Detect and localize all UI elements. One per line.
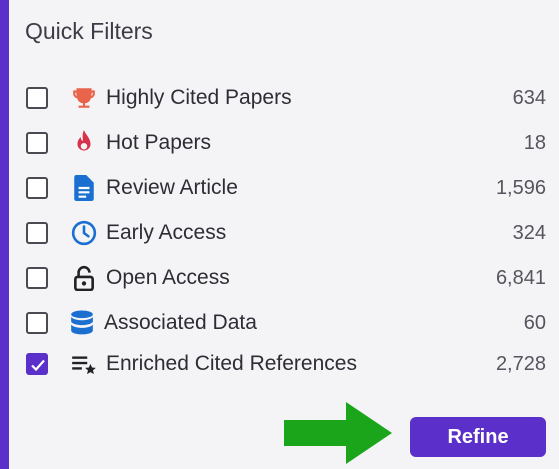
filter-count: 18	[523, 131, 546, 154]
checkbox[interactable]	[26, 267, 48, 289]
filter-label: Associated Data	[104, 311, 257, 334]
filter-count: 60	[523, 311, 546, 334]
filter-row-review-article[interactable]: Review Article 1,596	[9, 170, 559, 206]
arrow-right-icon	[284, 402, 392, 464]
filter-label: Early Access	[106, 221, 227, 244]
filter-count: 1,596	[495, 176, 546, 199]
check-icon	[31, 359, 45, 372]
refine-button[interactable]: Refine	[410, 417, 546, 457]
panel-title: Quick Filters	[25, 18, 153, 44]
filter-label: Enriched Cited References	[106, 352, 357, 375]
checkbox[interactable]	[26, 222, 48, 244]
checkbox[interactable]	[26, 87, 48, 109]
unlock-icon	[69, 263, 99, 293]
filter-label: Review Article	[106, 176, 238, 199]
checkbox[interactable]	[26, 312, 48, 334]
checkbox[interactable]	[26, 177, 48, 199]
filter-count: 6,841	[495, 266, 546, 289]
filter-row-open-access[interactable]: Open Access 6,841	[9, 260, 559, 296]
filter-count: 634	[512, 86, 546, 109]
quick-filters-panel: Quick Filters Highly Cited Papers 634 Ho…	[9, 0, 559, 469]
flame-icon	[69, 128, 99, 158]
filter-row-enriched-cited-references[interactable]: Enriched Cited References 2,728	[9, 346, 559, 382]
filter-row-highly-cited[interactable]: Highly Cited Papers 634	[9, 80, 559, 116]
filter-label: Open Access	[106, 266, 230, 289]
checkbox[interactable]	[26, 132, 48, 154]
filter-label: Highly Cited Papers	[106, 86, 292, 109]
list-star-icon	[69, 349, 99, 379]
filter-row-early-access[interactable]: Early Access 324	[9, 215, 559, 251]
checkbox-checked[interactable]	[26, 353, 48, 375]
database-icon	[67, 308, 97, 338]
filter-label: Hot Papers	[106, 131, 212, 154]
clock-icon	[69, 218, 99, 248]
filter-row-associated-data[interactable]: Associated Data 60	[9, 305, 559, 341]
filter-count: 324	[512, 221, 546, 244]
filter-count: 2,728	[495, 352, 546, 375]
document-icon	[69, 173, 99, 203]
trophy-icon	[69, 83, 99, 113]
filter-row-hot-papers[interactable]: Hot Papers 18	[9, 125, 559, 161]
